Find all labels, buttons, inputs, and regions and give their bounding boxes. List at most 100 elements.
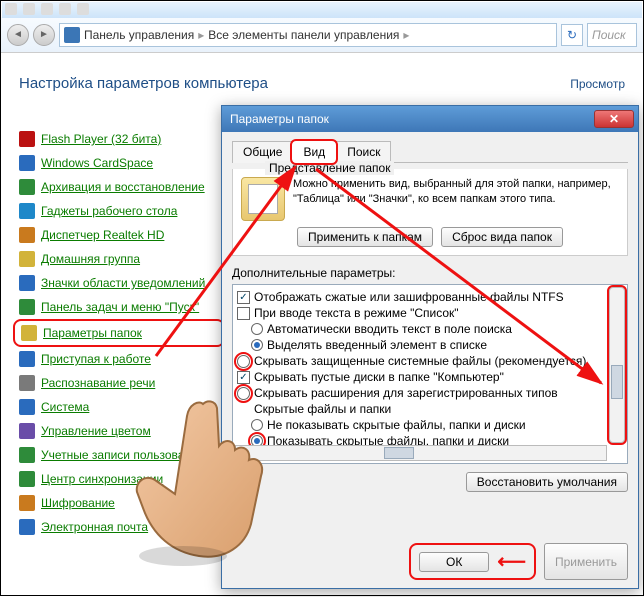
apply-to-folders-button[interactable]: Применить к папкам: [297, 227, 433, 247]
cp-item-label: Управление цветом: [41, 424, 151, 438]
folder-options-dialog: Параметры папок ✕ Общие Вид Поиск Предст…: [221, 105, 639, 589]
navbar: ◄ ► Панель управления ▸ Все элементы пан…: [1, 17, 643, 53]
cp-item-label: Панель задач и меню "Пуск": [41, 300, 199, 314]
tree-row[interactable]: Скрывать пустые диски в папке "Компьютер…: [237, 369, 623, 385]
tree-row[interactable]: Скрывать защищенные системные файлы (рек…: [237, 353, 623, 369]
control-panel-icon: [64, 27, 80, 43]
cp-item-13[interactable]: Учетные записи пользователей: [19, 447, 219, 463]
breadcrumb-2[interactable]: Все элементы панели управления: [208, 28, 399, 42]
tree-label: Не показывать скрытые файлы, папки и дис…: [267, 418, 526, 432]
cp-item-icon: [19, 519, 35, 535]
ok-button[interactable]: ОК: [419, 552, 489, 572]
checkbox[interactable]: [237, 355, 250, 368]
cp-item-label: Центр синхронизации: [41, 472, 163, 486]
refresh-button[interactable]: ↻: [561, 24, 583, 46]
cp-item-label: Диспетчер Realtek HD: [41, 228, 164, 242]
folder-view-text: Можно применить вид, выбранный для этой …: [293, 177, 619, 207]
back-button[interactable]: ◄: [7, 24, 29, 46]
restore-defaults-button[interactable]: Восстановить умолчания: [466, 472, 628, 492]
breadcrumb[interactable]: Панель управления ▸ Все элементы панели …: [59, 23, 557, 47]
dialog-footer: ОК ⟵ Применить: [222, 543, 638, 580]
reset-folders-button[interactable]: Сброс вида папок: [441, 227, 563, 247]
tree-label: Скрывать расширения для зарегистрированн…: [254, 386, 558, 400]
horizontal-scrollbar[interactable]: [235, 445, 607, 461]
tree-label: При вводе текста в режиме "Список": [254, 306, 459, 320]
dialog-titlebar[interactable]: Параметры папок ✕: [222, 106, 638, 132]
cp-item-5[interactable]: Домашняя группа: [19, 251, 219, 267]
cp-item-label: Домашняя группа: [41, 252, 140, 266]
tree-row[interactable]: Автоматически вводить текст в поле поиск…: [251, 321, 623, 337]
checkbox[interactable]: [237, 387, 250, 400]
cp-item-12[interactable]: Управление цветом: [19, 423, 219, 439]
folder-view-group: Представление папок Можно применить вид,…: [232, 169, 628, 256]
cp-item-16[interactable]: Электронная почта: [19, 519, 219, 535]
advanced-tree[interactable]: Отображать сжатые или зашифрованные файл…: [232, 284, 628, 464]
vertical-scrollbar[interactable]: [609, 287, 625, 443]
cp-item-11[interactable]: Система: [19, 399, 219, 415]
cp-item-label: Значки области уведомлений: [41, 276, 205, 290]
checkbox[interactable]: [237, 371, 250, 384]
breadcrumb-1[interactable]: Панель управления: [84, 28, 194, 42]
cp-item-icon: [19, 155, 35, 171]
cp-item-label: Параметры папок: [43, 326, 142, 340]
cp-item-icon: [19, 351, 35, 367]
radio[interactable]: [251, 339, 263, 351]
cp-item-4[interactable]: Диспетчер Realtek HD: [19, 227, 219, 243]
cp-item-15[interactable]: Шифрование: [19, 495, 219, 511]
search-input[interactable]: Поиск: [587, 23, 637, 47]
radio[interactable]: [251, 323, 263, 335]
tree-label: Скрывать пустые диски в папке "Компьютер…: [254, 370, 504, 384]
tree-label: Скрывать защищенные системные файлы (рек…: [254, 354, 586, 368]
tree-row[interactable]: Скрывать расширения для зарегистрированн…: [237, 385, 623, 401]
page-title: Настройка параметров компьютера: [19, 75, 268, 92]
tree-label: Выделять введенный элемент в списке: [267, 338, 487, 352]
forward-button[interactable]: ►: [33, 24, 55, 46]
cp-item-icon: [19, 203, 35, 219]
cp-item-label: Распознавание речи: [41, 376, 155, 390]
tree-row[interactable]: Скрытые файлы и папки: [237, 401, 623, 417]
apply-button[interactable]: Применить: [544, 543, 628, 580]
checkbox[interactable]: [237, 291, 250, 304]
tree-label: Скрытые файлы и папки: [254, 402, 391, 416]
cp-item-3[interactable]: Гаджеты рабочего стола: [19, 203, 219, 219]
checkbox[interactable]: [237, 307, 250, 320]
tabs: Общие Вид Поиск: [232, 140, 628, 163]
cp-item-icon: [19, 471, 35, 487]
tab-view[interactable]: Вид: [290, 139, 338, 165]
radio[interactable]: [251, 419, 263, 431]
cp-item-7[interactable]: Панель задач и меню "Пуск": [19, 299, 219, 315]
cp-item-icon: [19, 399, 35, 415]
cp-item-icon: [19, 423, 35, 439]
tree-label: Автоматически вводить текст в поле поиск…: [267, 322, 512, 336]
folder-icon: [241, 177, 285, 221]
cp-item-14[interactable]: Центр синхронизации: [19, 471, 219, 487]
cp-item-10[interactable]: Распознавание речи: [19, 375, 219, 391]
cp-item-6[interactable]: Значки области уведомлений: [19, 275, 219, 291]
cp-item-icon: [19, 375, 35, 391]
view-mode-label[interactable]: Просмотр: [570, 77, 625, 91]
advanced-label: Дополнительные параметры:: [232, 266, 628, 280]
tree-row[interactable]: Выделять введенный элемент в списке: [251, 337, 623, 353]
cp-item-2[interactable]: Архивация и восстановление: [19, 179, 219, 195]
tree-row[interactable]: Отображать сжатые или зашифрованные файл…: [237, 289, 623, 305]
cp-item-label: Учетные записи пользователей: [41, 448, 216, 462]
cp-item-icon: [21, 325, 37, 341]
cp-item-label: Архивация и восстановление: [41, 180, 205, 194]
cp-item-8[interactable]: Параметры папок: [13, 319, 225, 347]
cp-item-icon: [19, 447, 35, 463]
cp-item-icon: [19, 251, 35, 267]
cp-item-9[interactable]: Приступая к работе: [19, 351, 219, 367]
cp-item-label: Приступая к работе: [41, 352, 151, 366]
cp-item-icon: [19, 179, 35, 195]
close-button[interactable]: ✕: [594, 110, 634, 128]
cp-item-label: Электронная почта: [41, 520, 148, 534]
cp-item-0[interactable]: Flash Player (32 бита): [19, 131, 219, 147]
tree-row[interactable]: При вводе текста в режиме "Список": [237, 305, 623, 321]
cp-item-label: Шифрование: [41, 496, 115, 510]
tab-general[interactable]: Общие: [232, 141, 293, 163]
control-panel-list: Flash Player (32 бита) Windows CardSpace А…: [19, 131, 219, 535]
cp-item-label: Система: [41, 400, 89, 414]
tree-row[interactable]: Не показывать скрытые файлы, папки и дис…: [251, 417, 623, 433]
cp-item-1[interactable]: Windows CardSpace: [19, 155, 219, 171]
tab-search[interactable]: Поиск: [336, 141, 391, 163]
